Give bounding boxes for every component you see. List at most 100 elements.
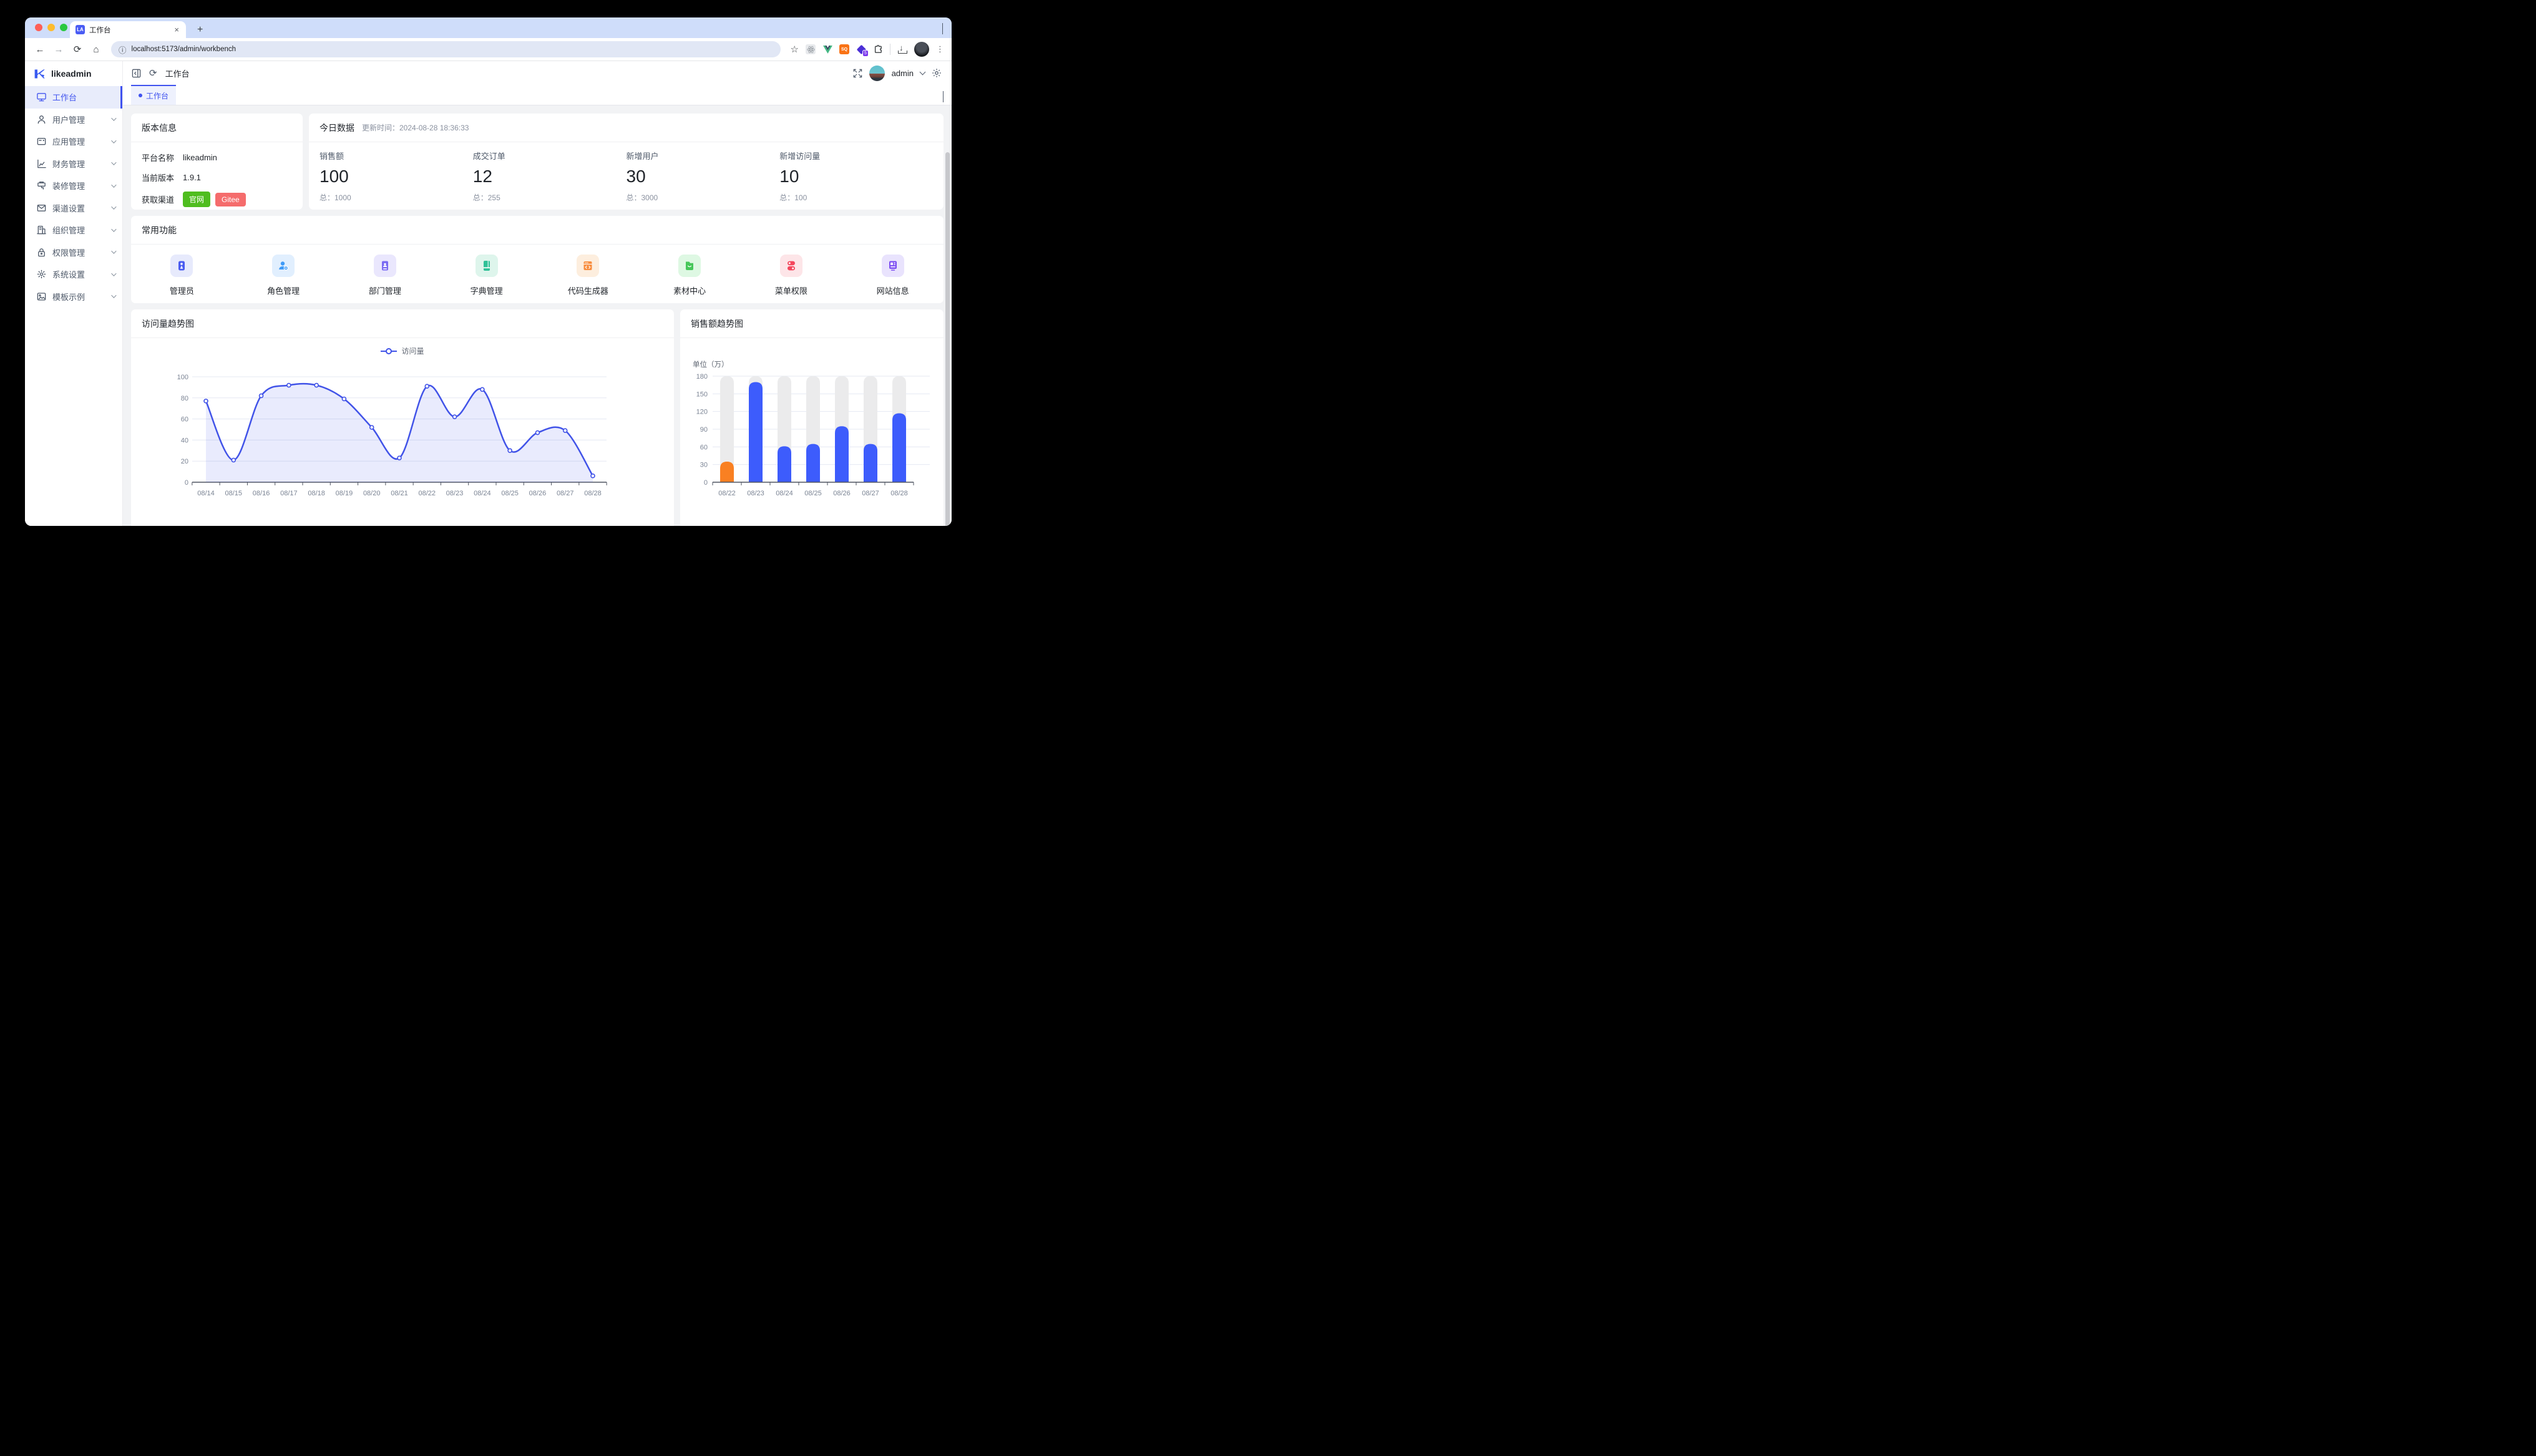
function-role[interactable]: 角色管理: [233, 255, 334, 296]
function-label: 菜单权限: [775, 284, 807, 296]
page-tabs: 工作台: [123, 85, 952, 105]
monitor-icon: [36, 92, 47, 102]
svg-text:08/17: 08/17: [280, 490, 298, 497]
zoom-window-button[interactable]: [60, 24, 67, 31]
collapse-sidebar-icon[interactable]: [132, 69, 141, 78]
sidebar-item-lock[interactable]: 权限管理: [25, 241, 122, 264]
tabs-dropdown-chevron-icon[interactable]: [943, 91, 944, 102]
function-label: 部门管理: [369, 284, 401, 296]
today-data-card: 今日数据 更新时间：2024-08-28 18:36:33 销售额 100 总：…: [309, 114, 944, 210]
svg-text:0: 0: [704, 479, 708, 487]
sidebar-item-finance[interactable]: 财务管理: [25, 153, 122, 175]
function-label: 字典管理: [471, 284, 503, 296]
active-tab-dot: [139, 94, 142, 97]
role-icon: [272, 255, 295, 277]
back-button[interactable]: ←: [32, 44, 47, 55]
page-tab-workbench[interactable]: 工作台: [131, 85, 176, 105]
visits-line-chart: 02040608010008/1408/1508/1608/1708/1808/…: [131, 309, 674, 526]
extension-with-badge-icon[interactable]: 5: [856, 44, 866, 54]
svg-text:08/18: 08/18: [308, 490, 325, 497]
forward-button[interactable]: →: [51, 44, 66, 55]
extensions-puzzle-icon[interactable]: [873, 44, 883, 54]
svg-text:90: 90: [700, 426, 708, 434]
channel-button-官网[interactable]: 官网: [183, 192, 210, 207]
functions-card-title: 常用功能: [142, 224, 177, 236]
downloads-icon[interactable]: [897, 44, 907, 54]
svg-text:20: 20: [181, 458, 188, 465]
sidebar-item-label: 用户管理: [52, 114, 105, 125]
vue-devtools-icon[interactable]: [822, 44, 832, 54]
settings-gear-icon[interactable]: [932, 68, 942, 78]
tab-close-icon[interactable]: ×: [172, 25, 181, 34]
reload-button[interactable]: ⟳: [70, 44, 85, 55]
svg-text:120: 120: [696, 409, 708, 416]
tab-search-chevron-icon[interactable]: [942, 23, 943, 34]
sidebar-item-decorate[interactable]: 装修管理: [25, 175, 122, 197]
sidebar-item-template[interactable]: 模板示例: [25, 286, 122, 308]
address-bar[interactable]: ⓘ localhost:5173/admin/workbench: [111, 41, 781, 57]
version-card-title: 版本信息: [142, 122, 177, 134]
sidebar-item-org[interactable]: 组织管理: [25, 219, 122, 241]
close-window-button[interactable]: [35, 24, 42, 31]
sidebar-item-gear[interactable]: 系统设置: [25, 263, 122, 286]
sidebar-item-appcard[interactable]: 应用管理: [25, 130, 122, 153]
bookmark-star-icon[interactable]: ☆: [791, 44, 799, 55]
stat-label: 成交订单: [473, 150, 627, 162]
svg-text:08/14: 08/14: [197, 490, 215, 497]
chevron-down-icon: [111, 160, 116, 165]
browser-profile-avatar[interactable]: [914, 42, 929, 57]
refresh-page-icon[interactable]: ⟳: [149, 67, 157, 79]
stat-block: 成交订单 12 总：255: [473, 150, 627, 203]
svg-text:08/26: 08/26: [833, 490, 851, 497]
code-icon: [577, 255, 599, 277]
user-avatar[interactable]: [869, 66, 885, 81]
sidebar-item-monitor[interactable]: 工作台: [25, 86, 122, 109]
react-devtools-icon[interactable]: [806, 44, 816, 54]
site-info-icon[interactable]: ⓘ: [119, 44, 127, 56]
function-code[interactable]: 代码生成器: [537, 255, 639, 296]
app-logo[interactable]: likeadmin: [25, 61, 122, 86]
sidebar-item-user[interactable]: 用户管理: [25, 109, 122, 131]
svg-text:08/27: 08/27: [557, 490, 574, 497]
content-scrollbar[interactable]: [945, 152, 950, 526]
sidebar-menu: 工作台用户管理应用管理财务管理装修管理渠道设置组织管理权限管理系统设置模板示例: [25, 86, 122, 308]
sidebar-item-label: 工作台: [52, 91, 115, 103]
browser-menu-icon[interactable]: ⋮: [936, 44, 944, 54]
stat-block: 新增用户 30 总：3000: [627, 150, 780, 203]
function-admin[interactable]: 管理员: [131, 255, 233, 296]
version-row-label: 平台名称: [142, 152, 183, 163]
org-icon: [36, 225, 47, 235]
function-dept[interactable]: 部门管理: [334, 255, 436, 296]
function-site[interactable]: 网站信息: [842, 255, 944, 296]
stat-total: 总：255: [473, 192, 627, 203]
app-logo-text: likeadmin: [51, 69, 92, 79]
version-info-card: 版本信息 平台名称 likeadmin 当前版本 1.9.1 获取渠道 官网Gi…: [131, 114, 303, 210]
sidebar-item-mail[interactable]: 渠道设置: [25, 197, 122, 220]
function-dict[interactable]: 字典管理: [436, 255, 537, 296]
appcard-icon: [36, 136, 47, 147]
new-tab-button[interactable]: +: [193, 24, 207, 36]
svg-text:08/23: 08/23: [446, 490, 464, 497]
function-material[interactable]: 素材中心: [639, 255, 741, 296]
svg-text:08/24: 08/24: [776, 490, 793, 497]
user-menu-chevron-icon[interactable]: [920, 69, 926, 75]
admin-icon: [170, 255, 193, 277]
minimize-window-button[interactable]: [47, 24, 55, 31]
page-content: 版本信息 平台名称 likeadmin 当前版本 1.9.1 获取渠道 官网Gi…: [123, 105, 952, 526]
svg-text:100: 100: [177, 374, 188, 381]
fullscreen-icon[interactable]: [853, 69, 862, 78]
svg-text:0: 0: [185, 479, 188, 487]
stat-label: 销售额: [319, 150, 473, 162]
stat-block: 新增访问量 10 总：100: [779, 150, 933, 203]
sq-extension-icon[interactable]: SQ: [839, 44, 849, 54]
sidebar: likeadmin 工作台用户管理应用管理财务管理装修管理渠道设置组织管理权限管…: [25, 61, 123, 526]
home-button[interactable]: ⌂: [89, 44, 104, 55]
function-menuauth[interactable]: 菜单权限: [741, 255, 842, 296]
svg-text:40: 40: [181, 437, 188, 444]
chevron-down-icon: [111, 205, 116, 210]
svg-text:08/28: 08/28: [584, 490, 602, 497]
channel-button-Gitee[interactable]: Gitee: [215, 193, 246, 206]
browser-window: LA 工作台 × + ← → ⟳ ⌂ ⓘ localhost:5173/admi…: [25, 17, 952, 526]
browser-tab[interactable]: LA 工作台 ×: [70, 21, 186, 38]
function-label: 管理员: [170, 284, 194, 296]
